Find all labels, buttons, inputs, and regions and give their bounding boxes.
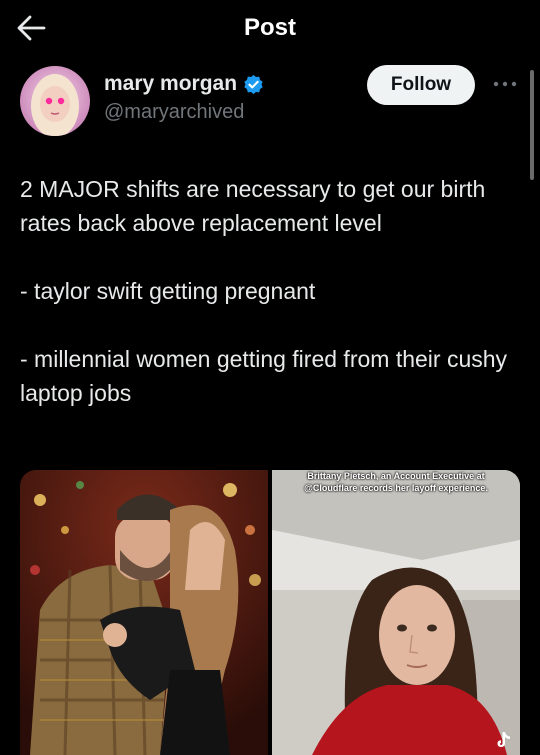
- tweet-text: 2 MAJOR shifts are necessary to get our …: [20, 172, 520, 444]
- scrollbar[interactable]: [530, 70, 534, 180]
- media-grid: Brittany Pietsch, an Account Executive a…: [20, 470, 520, 755]
- more-dots-icon: [493, 81, 517, 87]
- video-caption: Brittany Pietsch, an Account Executive a…: [304, 471, 488, 493]
- more-options-button[interactable]: [490, 74, 520, 94]
- author-handle[interactable]: @maryarchived: [104, 101, 244, 124]
- verified-badge-icon: [244, 74, 263, 94]
- tweet-paragraph: - taylor swift getting pregnant: [20, 278, 316, 304]
- page-title: Post: [243, 14, 296, 41]
- author-name[interactable]: mary morgan: [104, 72, 237, 96]
- video-layoff[interactable]: Brittany Pietsch, an Account Executive a…: [272, 470, 520, 755]
- avatar-image: [20, 66, 90, 136]
- couple-photo-image: [20, 470, 268, 755]
- tiktok-icon: [497, 732, 510, 747]
- tweet-paragraph: - millennial women getting fired from th…: [20, 346, 508, 406]
- avatar[interactable]: [20, 66, 90, 136]
- top-bar: Post: [0, 0, 540, 58]
- author-name-row: mary morgan: [104, 72, 264, 96]
- tweet-paragraph: 2 MAJOR shifts are necessary to get our …: [20, 176, 486, 236]
- photo-couple[interactable]: [20, 470, 268, 755]
- video-frame-image: [272, 470, 520, 755]
- follow-button[interactable]: Follow: [367, 65, 475, 105]
